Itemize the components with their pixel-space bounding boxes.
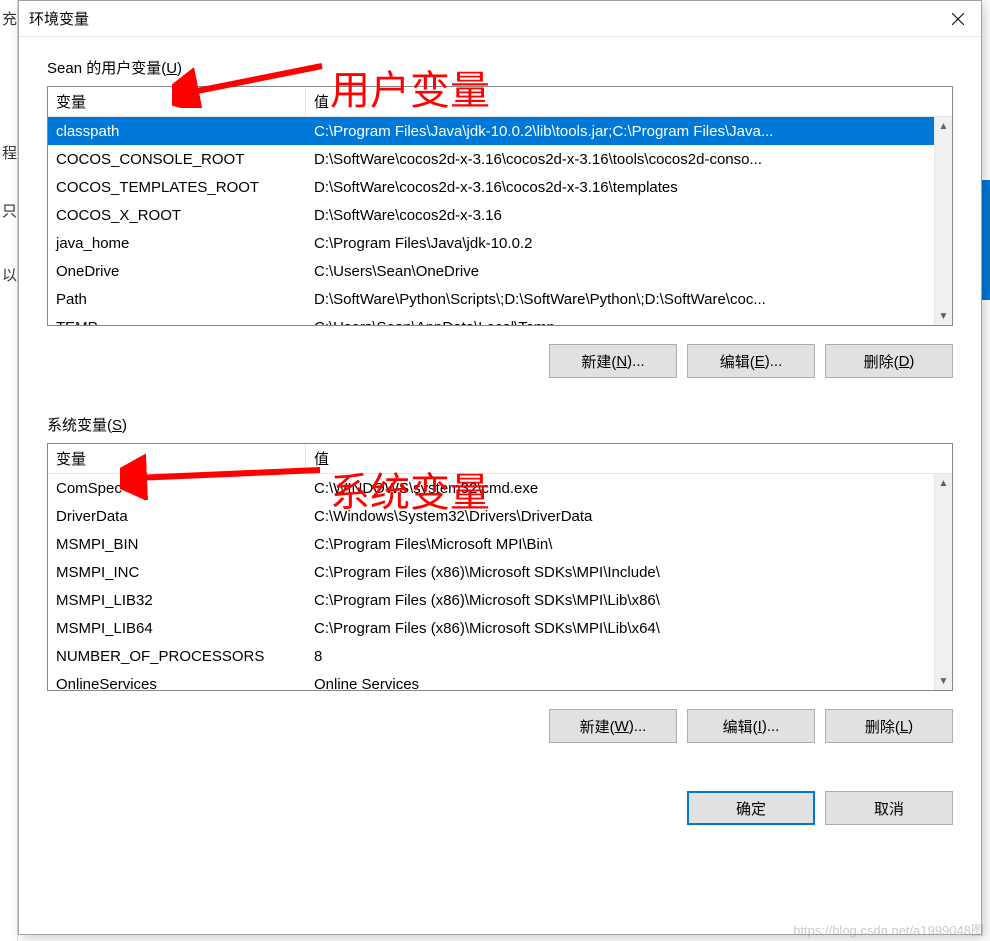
system-list-scrollbar[interactable]: ▲ ▼ [934,474,952,690]
variable-name-cell: OneDrive [48,261,306,282]
scroll-up-icon[interactable]: ▲ [935,117,953,135]
system-new-button[interactable]: 新建(W)... [549,709,677,743]
system-buttons-row: 新建(W)... 编辑(I)... 删除(L) [47,709,953,743]
table-row[interactable]: OnlineServicesOnline Services [48,670,952,690]
variable-name-cell: TEMP [48,317,306,326]
table-row[interactable]: MSMPI_LIB32C:\Program Files (x86)\Micros… [48,586,952,614]
variable-name-cell: MSMPI_LIB64 [48,618,306,639]
close-icon [952,13,964,25]
dialog-buttons-row: 确定 取消 [47,791,953,825]
variable-value-cell: C:\Windows\System32\Drivers\DriverData [306,506,952,527]
variable-name-cell: Path [48,289,306,310]
system-delete-button[interactable]: 删除(L) [825,709,953,743]
user-list-header[interactable]: 变量 值 [48,87,952,117]
close-button[interactable] [935,1,981,37]
variable-value-cell: 8 [306,646,952,667]
variable-name-cell: COCOS_CONSOLE_ROOT [48,149,306,170]
system-edit-button[interactable]: 编辑(I)... [687,709,815,743]
bg-char-4: 以 [2,264,17,285]
system-list-header[interactable]: 变量 值 [48,444,952,474]
background-left-strip: 充 程 只 以 [0,0,18,941]
table-row[interactable]: COCOS_CONSOLE_ROOTD:\SoftWare\cocos2d-x-… [48,145,952,173]
cancel-button[interactable]: 取消 [825,791,953,825]
variable-value-cell: C:\Users\Sean\OneDrive [306,261,952,282]
user-header-value[interactable]: 值 [306,87,952,116]
user-delete-button[interactable]: 删除(D) [825,344,953,378]
user-list-scrollbar[interactable]: ▲ ▼ [934,117,952,325]
user-variables-label: Sean 的用户变量(U) [47,57,953,78]
titlebar: 环境变量 [19,1,981,37]
variable-name-cell: MSMPI_INC [48,562,306,583]
user-buttons-row: 新建(N)... 编辑(E)... 删除(D) [47,344,953,378]
environment-variables-dialog: 环境变量 Sean 的用户变量(U) 变量 值 classpathC:\Prog… [18,0,982,935]
table-row[interactable]: ComSpecC:\WINDOWS\system32\cmd.exe [48,474,952,502]
variable-value-cell: C:\Program Files\Java\jdk-10.0.2 [306,233,952,254]
table-row[interactable]: MSMPI_BINC:\Program Files\Microsoft MPI\… [48,530,952,558]
variable-value-cell: Online Services [306,674,952,691]
variable-value-cell: C:\Program Files (x86)\Microsoft SDKs\MP… [306,590,952,611]
variable-name-cell: MSMPI_BIN [48,534,306,555]
variable-name-cell: COCOS_TEMPLATES_ROOT [48,177,306,198]
variable-name-cell: NUMBER_OF_PROCESSORS [48,646,306,667]
table-row[interactable]: COCOS_TEMPLATES_ROOTD:\SoftWare\cocos2d-… [48,173,952,201]
system-variables-list[interactable]: 变量 值 ComSpecC:\WINDOWS\system32\cmd.exeD… [47,443,953,691]
bg-char-3: 只 [2,200,17,221]
table-row[interactable]: COCOS_X_ROOTD:\SoftWare\cocos2d-x-3.16 [48,201,952,229]
variable-value-cell: D:\SoftWare\Python\Scripts\;D:\SoftWare\… [306,289,952,310]
table-row[interactable]: PathD:\SoftWare\Python\Scripts\;D:\SoftW… [48,285,952,313]
table-row[interactable]: MSMPI_INCC:\Program Files (x86)\Microsof… [48,558,952,586]
variable-value-cell: C:\Program Files (x86)\Microsoft SDKs\MP… [306,618,952,639]
variable-value-cell: D:\SoftWare\cocos2d-x-3.16 [306,205,952,226]
system-variables-label: 系统变量(S) [47,414,953,435]
table-row[interactable]: TEMPC:\Users\Sean\AppData\Local\Temp [48,313,952,325]
window-title: 环境变量 [29,8,89,29]
table-row[interactable]: MSMPI_LIB64C:\Program Files (x86)\Micros… [48,614,952,642]
table-row[interactable]: classpathC:\Program Files\Java\jdk-10.0.… [48,117,952,145]
variable-name-cell: MSMPI_LIB32 [48,590,306,611]
scroll-down-icon[interactable]: ▼ [935,307,953,325]
scroll-up-icon[interactable]: ▲ [935,474,953,492]
table-row[interactable]: OneDriveC:\Users\Sean\OneDrive [48,257,952,285]
variable-value-cell: C:\Program Files (x86)\Microsoft SDKs\MP… [306,562,952,583]
bg-char-1: 充 [2,8,17,29]
variable-name-cell: OnlineServices [48,674,306,691]
variable-value-cell: C:\Users\Sean\AppData\Local\Temp [306,317,952,326]
table-row[interactable]: java_homeC:\Program Files\Java\jdk-10.0.… [48,229,952,257]
variable-value-cell: C:\Program Files\Java\jdk-10.0.2\lib\too… [306,121,952,142]
table-row[interactable]: DriverDataC:\Windows\System32\Drivers\Dr… [48,502,952,530]
bg-char-2: 程 [2,142,17,163]
user-variables-list[interactable]: 变量 值 classpathC:\Program Files\Java\jdk-… [47,86,953,326]
user-new-button[interactable]: 新建(N)... [549,344,677,378]
variable-value-cell: D:\SoftWare\cocos2d-x-3.16\cocos2d-x-3.1… [306,177,952,198]
user-header-name[interactable]: 变量 [48,87,306,116]
variable-value-cell: D:\SoftWare\cocos2d-x-3.16\cocos2d-x-3.1… [306,149,952,170]
variable-value-cell: C:\Program Files\Microsoft MPI\Bin\ [306,534,952,555]
table-row[interactable]: NUMBER_OF_PROCESSORS8 [48,642,952,670]
dialog-body: Sean 的用户变量(U) 变量 值 classpathC:\Program F… [19,37,981,934]
variable-name-cell: ComSpec [48,478,306,499]
user-edit-button[interactable]: 编辑(E)... [687,344,815,378]
variable-name-cell: classpath [48,121,306,142]
background-right-strip [982,180,990,300]
scroll-down-icon[interactable]: ▼ [935,672,953,690]
ok-button[interactable]: 确定 [687,791,815,825]
variable-name-cell: java_home [48,233,306,254]
variable-name-cell: DriverData [48,506,306,527]
variable-name-cell: COCOS_X_ROOT [48,205,306,226]
variable-value-cell: C:\WINDOWS\system32\cmd.exe [306,478,952,499]
system-header-name[interactable]: 变量 [48,444,306,473]
system-header-value[interactable]: 值 [306,444,952,473]
